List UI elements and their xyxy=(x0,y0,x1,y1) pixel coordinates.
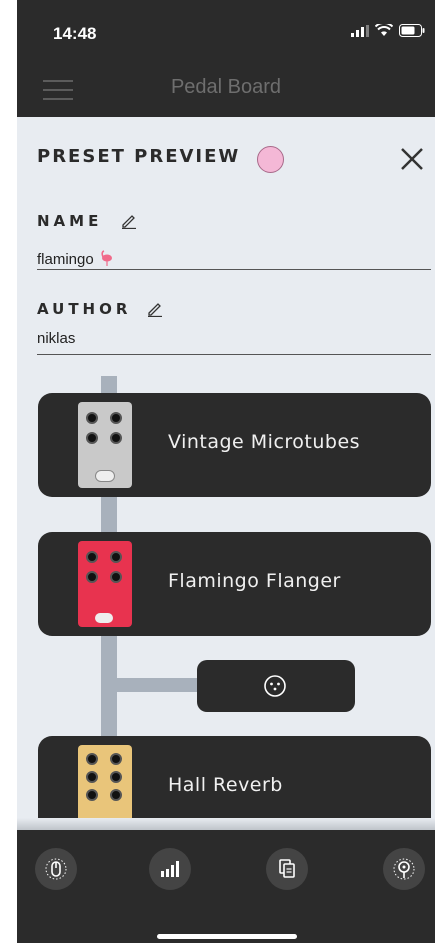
pedal-name: Hall Reverb xyxy=(168,774,283,796)
battery-icon xyxy=(399,24,425,37)
nav-levels-button[interactable] xyxy=(149,848,191,890)
app-bar: Pedal Board xyxy=(17,62,435,117)
app-screen: 14:48 Pedal Board PRESET PREVIEW NAME fl… xyxy=(17,0,435,943)
status-time: 14:48 xyxy=(53,24,97,43)
status-bar: 14:48 xyxy=(17,0,435,62)
close-icon[interactable] xyxy=(399,146,425,172)
flamingo-emoji-icon xyxy=(101,250,112,266)
flamingo-flanger-pedal-image xyxy=(78,541,132,627)
name-value: flamingo xyxy=(37,251,94,268)
signal-icon xyxy=(351,24,369,37)
signal-chain-branch xyxy=(101,678,211,692)
vintage-microtubes-pedal-image xyxy=(78,402,132,488)
author-label: AUTHOR xyxy=(37,300,132,318)
copy-icon xyxy=(279,859,295,878)
smiley-icon[interactable] xyxy=(263,674,287,698)
pedal-name: Vintage Microtubes xyxy=(168,431,361,453)
tuner-knob-icon xyxy=(45,858,67,880)
pedal-name: Flamingo Flanger xyxy=(168,570,341,592)
preset-preview-title: PRESET PREVIEW xyxy=(37,146,241,167)
wifi-icon xyxy=(375,24,393,36)
bottom-nav xyxy=(17,830,435,943)
edit-author-icon[interactable] xyxy=(147,301,163,317)
pin-icon xyxy=(393,858,415,880)
levels-icon xyxy=(161,861,179,877)
nav-pin-button[interactable] xyxy=(383,848,425,890)
scroll-fade xyxy=(17,818,435,830)
status-icons xyxy=(351,24,425,37)
name-underline xyxy=(37,269,431,270)
preset-color-swatch[interactable] xyxy=(257,146,284,173)
pedal-card[interactable]: Flamingo Flanger xyxy=(38,532,431,636)
branch-slot[interactable] xyxy=(197,660,355,712)
page-title: Pedal Board xyxy=(170,76,282,98)
name-field[interactable]: flamingo xyxy=(37,250,114,268)
edit-name-icon[interactable] xyxy=(121,213,137,229)
author-underline xyxy=(37,354,431,355)
name-label: NAME xyxy=(37,212,103,230)
author-field[interactable]: niklas xyxy=(37,330,75,347)
nav-copy-button[interactable] xyxy=(266,848,308,890)
home-indicator xyxy=(157,934,297,939)
pedal-card[interactable]: Vintage Microtubes xyxy=(38,393,431,497)
nav-tuner-button[interactable] xyxy=(35,848,77,890)
